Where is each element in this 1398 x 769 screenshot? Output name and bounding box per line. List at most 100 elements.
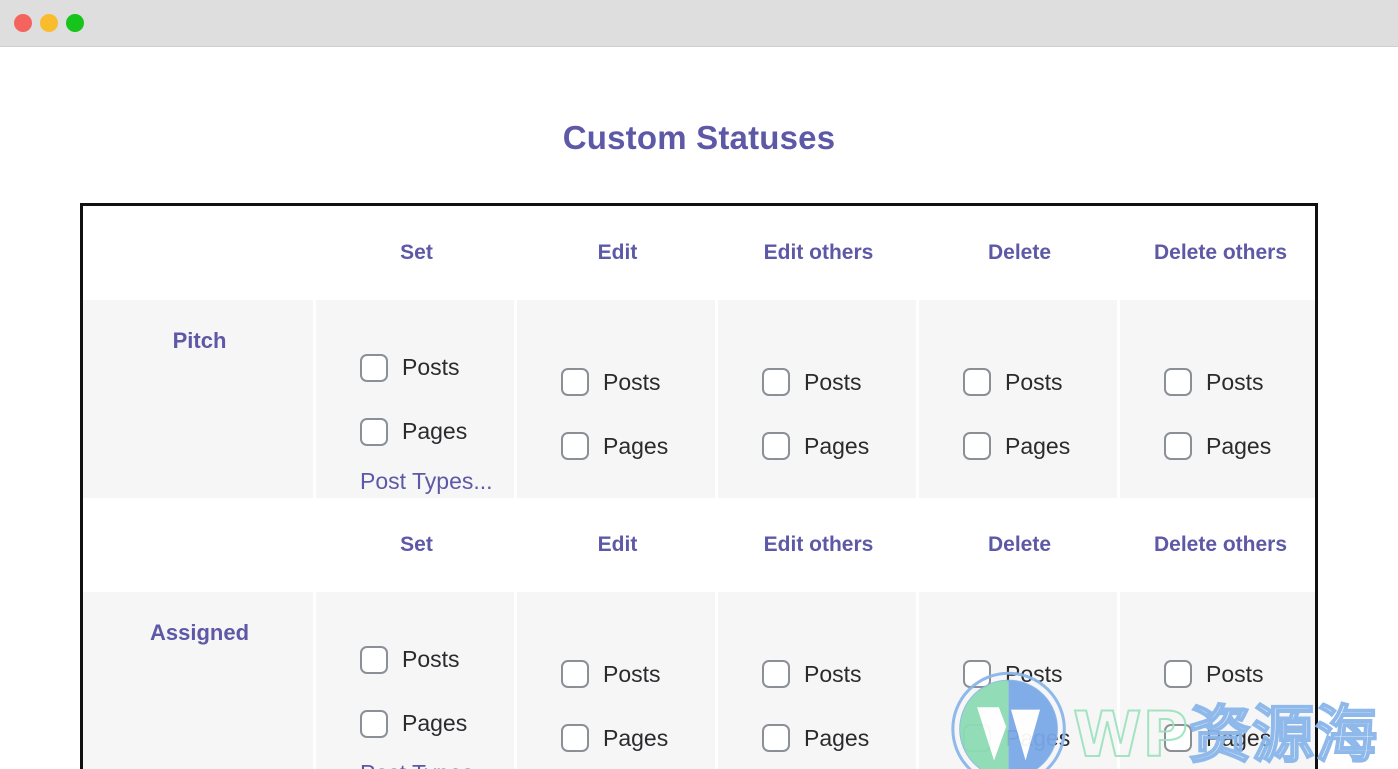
checkbox-label-pages: Pages: [603, 432, 669, 459]
maximize-button[interactable]: [66, 14, 84, 32]
checkbox-pages[interactable]: [762, 724, 790, 752]
checkbox-posts[interactable]: [963, 368, 991, 396]
permission-cell-delete-others: Posts Pages: [1120, 300, 1315, 498]
header-cell-edit-others: Edit others: [718, 206, 919, 300]
checkbox-row-pages[interactable]: Pages: [360, 400, 517, 464]
permission-cell-set: Posts Pages Post Types...: [316, 592, 517, 769]
checkbox-posts[interactable]: [762, 368, 790, 396]
checkbox-label-posts: Posts: [1005, 660, 1063, 687]
checkbox-label-pages: Pages: [603, 724, 669, 751]
checkbox-posts[interactable]: [561, 660, 589, 688]
checkbox-label-posts: Posts: [804, 660, 862, 687]
checkbox-row-pages[interactable]: Pages: [561, 414, 718, 478]
checkbox-row-posts[interactable]: Posts: [963, 642, 1120, 706]
permission-cell-delete: Posts Pages: [919, 592, 1120, 769]
page-title: Custom Statuses: [562, 119, 836, 156]
checkbox-label-posts: Posts: [1206, 660, 1264, 687]
table-row: Assigned Posts Pages Post Types...: [83, 592, 1315, 769]
header-cell-delete: Delete: [919, 498, 1120, 592]
checkbox-label-pages: Pages: [804, 724, 870, 751]
checkbox-pages[interactable]: [561, 432, 589, 460]
header-cell-set: Set: [316, 206, 517, 300]
status-section-assigned: Set Edit Edit others Delete Delete other…: [83, 498, 1315, 769]
close-button[interactable]: [14, 14, 32, 32]
checkbox-label-posts: Posts: [804, 368, 862, 395]
checkbox-row-posts[interactable]: Posts: [1164, 350, 1315, 414]
header-cell-edit: Edit: [517, 206, 718, 300]
post-types-link[interactable]: Post Types...: [360, 469, 517, 493]
checkbox-row-posts[interactable]: Posts: [762, 642, 919, 706]
window-titlebar: [0, 0, 1398, 47]
permission-cell-edit-others: Posts Pages: [718, 300, 919, 498]
header-cell-delete-others: Delete others: [1120, 498, 1315, 592]
checkbox-posts[interactable]: [1164, 660, 1192, 688]
checkbox-posts[interactable]: [360, 645, 388, 674]
checkbox-pages[interactable]: [1164, 432, 1192, 460]
checkbox-label-pages: Pages: [1005, 724, 1071, 751]
checkbox-label-pages: Pages: [402, 418, 468, 444]
checkbox-label-posts: Posts: [1005, 368, 1063, 395]
header-cell-edit: Edit: [517, 498, 718, 592]
checkbox-pages[interactable]: [360, 417, 388, 446]
permission-cell-delete: Posts Pages: [919, 300, 1120, 498]
minimize-button[interactable]: [40, 14, 58, 32]
checkbox-row-pages[interactable]: Pages: [963, 414, 1120, 478]
checkbox-row-pages[interactable]: Pages: [1164, 414, 1315, 478]
checkbox-row-pages[interactable]: Pages: [1164, 706, 1315, 769]
checkbox-row-posts[interactable]: Posts: [762, 350, 919, 414]
header-cell-edit-others: Edit others: [718, 498, 919, 592]
checkbox-row-posts[interactable]: Posts: [561, 350, 718, 414]
checkbox-row-posts[interactable]: Posts: [561, 642, 718, 706]
checkbox-pages[interactable]: [963, 432, 991, 460]
checkbox-pages[interactable]: [561, 724, 589, 752]
table-header-row: Set Edit Edit others Delete Delete other…: [83, 498, 1315, 592]
permission-cell-edit: Posts Pages: [517, 300, 718, 498]
checkbox-pages[interactable]: [963, 724, 991, 752]
checkbox-row-pages[interactable]: Pages: [963, 706, 1120, 769]
checkbox-pages[interactable]: [360, 709, 388, 738]
checkbox-row-pages[interactable]: Pages: [762, 706, 919, 769]
checkbox-posts[interactable]: [963, 660, 991, 688]
custom-statuses-table: Set Edit Edit others Delete Delete other…: [80, 203, 1318, 769]
checkbox-label-posts: Posts: [402, 646, 460, 672]
row-label: Pitch: [172, 328, 227, 353]
status-section-pitch: Set Edit Edit others Delete Delete other…: [83, 206, 1315, 498]
permission-cell-edit: Posts Pages: [517, 592, 718, 769]
checkbox-posts[interactable]: [762, 660, 790, 688]
checkbox-row-posts[interactable]: Posts: [360, 336, 517, 400]
checkbox-label-pages: Pages: [1206, 724, 1272, 751]
permission-cell-edit-others: Posts Pages: [718, 592, 919, 769]
checkbox-label-pages: Pages: [402, 710, 468, 736]
checkbox-row-posts[interactable]: Posts: [963, 350, 1120, 414]
checkbox-row-posts[interactable]: Posts: [1164, 642, 1315, 706]
header-cell-empty: [83, 206, 316, 300]
row-label-cell: Assigned: [83, 592, 316, 769]
checkbox-row-pages[interactable]: Pages: [561, 706, 718, 769]
checkbox-label-posts: Posts: [1206, 368, 1264, 395]
checkbox-label-posts: Posts: [603, 660, 661, 687]
checkbox-posts[interactable]: [360, 353, 388, 382]
checkbox-label-posts: Posts: [402, 354, 460, 380]
checkbox-pages[interactable]: [1164, 724, 1192, 752]
checkbox-label-pages: Pages: [1206, 432, 1272, 459]
page-viewport: Custom Statuses Set Edit Edit others Del…: [0, 47, 1398, 769]
checkbox-pages[interactable]: [762, 432, 790, 460]
row-label: Assigned: [149, 620, 250, 645]
header-cell-empty: [83, 498, 316, 592]
checkbox-row-posts[interactable]: Posts: [360, 628, 517, 692]
header-cell-set: Set: [316, 498, 517, 592]
checkbox-posts[interactable]: [1164, 368, 1192, 396]
row-label-cell: Pitch: [83, 300, 316, 498]
checkbox-row-pages[interactable]: Pages: [360, 692, 517, 756]
post-types-link[interactable]: Post Types...: [360, 761, 517, 769]
permission-cell-set: Posts Pages Post Types...: [316, 300, 517, 498]
permission-cell-delete-others: Posts Pages: [1120, 592, 1315, 769]
checkbox-row-pages[interactable]: Pages: [762, 414, 919, 478]
header-cell-delete-others: Delete others: [1120, 206, 1315, 300]
table-row: Pitch Posts Pages Post Types... Posts Pa…: [83, 300, 1315, 498]
table-header-row: Set Edit Edit others Delete Delete other…: [83, 206, 1315, 300]
checkbox-label-pages: Pages: [1005, 432, 1071, 459]
checkbox-label-pages: Pages: [804, 432, 870, 459]
checkbox-posts[interactable]: [561, 368, 589, 396]
header-cell-delete: Delete: [919, 206, 1120, 300]
